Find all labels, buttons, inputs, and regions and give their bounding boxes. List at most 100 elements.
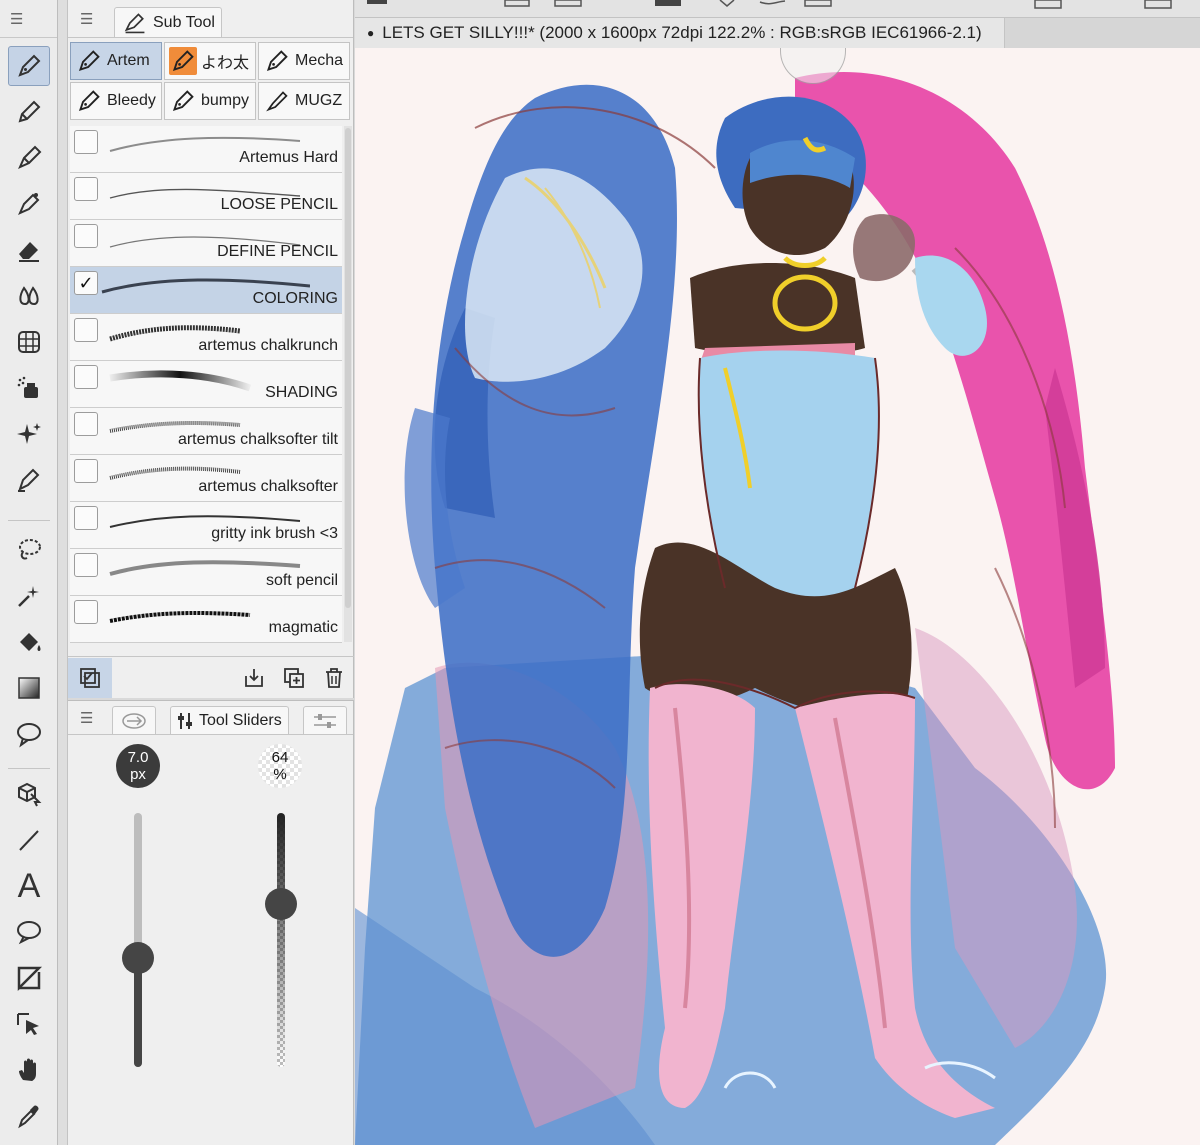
- correct-line-tool[interactable]: [8, 460, 50, 500]
- brush-size-slider[interactable]: [122, 813, 154, 1067]
- scrollbar-thumb[interactable]: [345, 128, 351, 608]
- import-sub-tool-button[interactable]: [234, 658, 274, 698]
- balloon-tool[interactable]: [8, 714, 50, 754]
- object-select-icon: [17, 1013, 39, 1035]
- artwork-illustration: [355, 72, 1115, 1145]
- operation-tool[interactable]: [8, 774, 50, 814]
- hand-tool[interactable]: [8, 1050, 50, 1090]
- decoration-tool[interactable]: [8, 322, 50, 362]
- sub-tool-view-icon: [80, 667, 100, 688]
- import-icon: [245, 668, 263, 687]
- speech-bubble-icon: [17, 921, 41, 945]
- group-yowata[interactable]: よわ太: [164, 42, 256, 80]
- brush-checkbox[interactable]: ✓: [74, 271, 98, 295]
- size-value-badge[interactable]: 7.0 px: [116, 744, 160, 788]
- brush-item[interactable]: DEFINE PENCIL: [70, 220, 342, 267]
- tab-tool-property[interactable]: [302, 706, 347, 734]
- drawing-canvas[interactable]: [355, 48, 1200, 1145]
- brush-item[interactable]: LOOSE PENCIL: [70, 173, 342, 220]
- brush-checkbox[interactable]: [74, 224, 98, 248]
- brush-checkbox[interactable]: [74, 459, 98, 483]
- panel-menu-icon[interactable]: ☰: [80, 709, 93, 727]
- brush-name: artemus chalksofter: [198, 478, 338, 495]
- pen-icon: [169, 47, 197, 75]
- tool-sliders-panel: ☰ Tool Sliders 7.0 px 64 %: [68, 700, 354, 1145]
- brush-item[interactable]: ✓ COLORING: [70, 267, 342, 314]
- lasso-icon: [19, 539, 41, 560]
- tool-separator: [8, 768, 50, 769]
- auto-select-tool[interactable]: [8, 576, 50, 616]
- gradient-tool[interactable]: [8, 668, 50, 708]
- group-bleedy[interactable]: Bleedy: [70, 82, 162, 120]
- brush-checkbox[interactable]: [74, 365, 98, 389]
- fill-tool[interactable]: [8, 622, 50, 662]
- brush-name: artemus chalksofter tilt: [177, 431, 338, 448]
- spray-icon: [17, 376, 38, 398]
- brush-item[interactable]: artemus chalksofter tilt: [70, 408, 342, 455]
- sparkle-tool[interactable]: [8, 414, 50, 454]
- tab-sub-tool[interactable]: Sub Tool: [114, 7, 222, 37]
- group-artem[interactable]: Artem: [70, 42, 162, 80]
- brush-item[interactable]: magmatic: [70, 596, 342, 643]
- pen-icon: [18, 54, 41, 77]
- fill-icon: [20, 633, 41, 651]
- blend-tool[interactable]: [8, 276, 50, 316]
- brush-item[interactable]: SHADING: [70, 361, 342, 408]
- delete-sub-tool-button[interactable]: [314, 658, 354, 698]
- eraser-tool[interactable]: [8, 230, 50, 270]
- spray-tool[interactable]: [8, 368, 50, 408]
- brush-checkbox[interactable]: [74, 506, 98, 530]
- sub-tool-view-button[interactable]: [68, 657, 112, 698]
- menu-icon[interactable]: ☰: [10, 10, 23, 28]
- brush-item[interactable]: Artemus Hard: [70, 126, 342, 173]
- frame-icon: [17, 966, 43, 992]
- group-mugz[interactable]: MUGZ: [258, 82, 350, 120]
- frame-tool[interactable]: [8, 958, 50, 998]
- tool-palette: ☰ A: [0, 0, 58, 1145]
- eyedropper-tool[interactable]: [8, 1096, 50, 1136]
- brush-checkbox[interactable]: [74, 177, 98, 201]
- brush-item[interactable]: artemus chalkrunch: [70, 314, 342, 361]
- opacity-slider[interactable]: [265, 813, 297, 1067]
- eraser-icon: [19, 242, 39, 262]
- object-select-tool[interactable]: [8, 1004, 50, 1044]
- line-icon: [19, 830, 39, 851]
- brush-checkbox[interactable]: [74, 553, 98, 577]
- text-tool[interactable]: A: [8, 866, 50, 906]
- duplicate-sub-tool-button[interactable]: [274, 658, 314, 698]
- airbrush-tool[interactable]: [8, 184, 50, 224]
- group-label: MUGZ: [295, 92, 343, 109]
- pencil-tool[interactable]: [8, 92, 50, 132]
- group-bumpy[interactable]: bumpy: [164, 82, 256, 120]
- tab-quick-access[interactable]: [112, 706, 156, 734]
- brush-checkbox[interactable]: [74, 318, 98, 342]
- lasso-tool[interactable]: [8, 530, 50, 570]
- speech-bubble-tool[interactable]: [8, 912, 50, 952]
- operation-icon: [18, 782, 42, 807]
- brush-item[interactable]: gritty ink brush <3: [70, 502, 342, 549]
- brush-name: artemus chalkrunch: [198, 337, 338, 354]
- command-bar-icons: [367, 0, 1172, 9]
- panel-menu-icon[interactable]: ☰: [80, 10, 93, 28]
- group-mecha[interactable]: Mecha: [258, 42, 350, 80]
- opacity-value-badge[interactable]: 64 %: [258, 744, 302, 788]
- check-icon: ✓: [78, 272, 94, 293]
- brush-checkbox[interactable]: [74, 130, 98, 154]
- document-tab[interactable]: ● LETS GET SILLY!!!* (2000 x 1600px 72dp…: [355, 18, 1005, 48]
- pen-tool[interactable]: [8, 46, 50, 86]
- brush-item[interactable]: soft pencil: [70, 549, 342, 596]
- brush-name: magmatic: [268, 619, 338, 636]
- brush-size-slider-knob[interactable]: [122, 941, 154, 974]
- tool-palette-scrollbar[interactable]: [58, 0, 68, 1145]
- opacity-slider-knob[interactable]: [265, 888, 297, 921]
- group-label: bumpy: [201, 92, 250, 109]
- line-tool[interactable]: [8, 820, 50, 860]
- tab-tool-sliders[interactable]: Tool Sliders: [170, 706, 289, 734]
- sliders-icon: [178, 712, 192, 729]
- pen-icon: [169, 87, 197, 115]
- brush-list-scrollbar[interactable]: [344, 126, 352, 642]
- brush-tool[interactable]: [8, 138, 50, 178]
- brush-checkbox[interactable]: [74, 600, 98, 624]
- brush-item[interactable]: artemus chalksofter: [70, 455, 342, 502]
- brush-checkbox[interactable]: [74, 412, 98, 436]
